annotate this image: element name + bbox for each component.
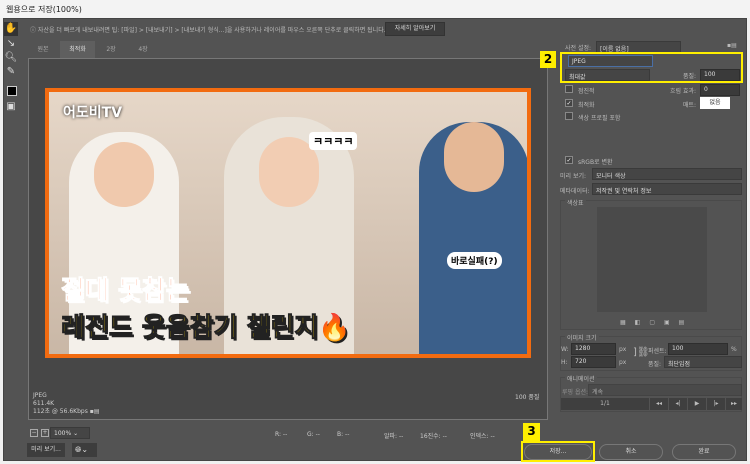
- panel-menu-icon[interactable]: ▪▤: [727, 42, 737, 49]
- blur-label: 흐림 효과:: [670, 88, 697, 95]
- color-table: [597, 207, 707, 312]
- done-button[interactable]: 완료: [672, 444, 736, 460]
- file-format: JPEG: [572, 58, 586, 65]
- quality-input[interactable]: 100: [700, 69, 740, 81]
- height-label: H:: [561, 359, 568, 366]
- readout-hex: 16진수: --: [420, 433, 447, 440]
- readout-g: G: --: [307, 431, 320, 438]
- compression: 최대값: [569, 74, 586, 81]
- progressive-checkbox[interactable]: [565, 85, 573, 93]
- preview-status: JPEG 611.4K 112초 @ 56.6Kbps ▪▤: [33, 392, 100, 416]
- width-label: W:: [561, 346, 569, 353]
- matte-label: 매트:: [683, 102, 697, 109]
- browser-select[interactable]: 🌐︎⌄: [72, 443, 97, 457]
- tab-4up[interactable]: 4장: [128, 41, 158, 58]
- cancel-button[interactable]: 취소: [599, 444, 663, 460]
- play-icon[interactable]: ▶: [688, 398, 706, 410]
- image-size-title: 이미지 크기: [565, 333, 599, 342]
- last-frame-icon[interactable]: ▸▸: [726, 398, 742, 410]
- channel-logo: 어도비TV: [63, 105, 123, 121]
- zoom-tool-icon[interactable]: 🔍︎: [4, 51, 18, 65]
- percent-label: 퍼센트:: [648, 348, 667, 355]
- status-size: 611.4K: [33, 400, 55, 407]
- next-frame-icon[interactable]: |▸: [707, 398, 725, 410]
- height-unit: px: [619, 359, 627, 366]
- zoom-level-select[interactable]: 100% ⌄: [50, 427, 90, 439]
- percent-unit: %: [731, 346, 737, 353]
- info-icon: ⓘ: [30, 27, 38, 34]
- eyedropper-color-swatch[interactable]: [7, 86, 17, 96]
- toggle-slices-icon[interactable]: ▣: [4, 100, 18, 114]
- title-line-1: 절대 못참는: [61, 276, 191, 307]
- slice-select-tool-icon[interactable]: ↘: [4, 37, 18, 51]
- preset-label: 사전 설정:: [565, 45, 592, 52]
- compression-select[interactable]: 최대값: [565, 69, 650, 81]
- blur-input[interactable]: 0: [700, 84, 740, 96]
- preview-in-browser-button[interactable]: 미리 보기...: [27, 443, 65, 457]
- percent-input[interactable]: 100: [668, 343, 728, 355]
- quality-label: 품질:: [683, 73, 697, 80]
- width-input[interactable]: 1280: [571, 343, 616, 355]
- readout-alpha: 알파: --: [384, 433, 404, 440]
- metadata-select[interactable]: 저작권 및 연락처 정보: [592, 183, 742, 195]
- zoom-in-button[interactable]: +: [41, 429, 49, 437]
- readout-index: 인덱스: --: [470, 433, 495, 440]
- tab-original[interactable]: 원본: [28, 41, 58, 58]
- width-unit: px: [619, 346, 627, 353]
- srgb-checkbox[interactable]: ✓: [565, 156, 573, 164]
- metadata-label: 메타데이터:: [560, 188, 590, 195]
- readout-b: B: --: [337, 431, 350, 438]
- color-table-title: 색상표: [565, 198, 586, 207]
- loop-select[interactable]: 계속: [588, 384, 742, 396]
- srgb-label: sRGB로 변환: [578, 159, 613, 166]
- tip-text: 자산을 더 빠르게 내보내려면 팁: [파일] > [내보내기] > [내보내기…: [37, 27, 386, 34]
- preview-value: 모니터 색상: [596, 173, 626, 180]
- tab-2up[interactable]: 2장: [96, 41, 126, 58]
- readout-r: R: --: [275, 431, 288, 438]
- laugh-caption: ㅋㅋㅋㅋ: [309, 132, 358, 150]
- zoom-level: 100%: [54, 430, 72, 437]
- height-input[interactable]: 720: [571, 356, 616, 368]
- tab-optimized[interactable]: 최적화: [60, 41, 95, 58]
- marker-2: 2: [540, 51, 556, 68]
- tip-bar: ⓘ 자산을 더 빠르게 내보내려면 팁: [파일] > [내보내기] > [내보…: [26, 20, 551, 38]
- learn-more-button[interactable]: 자세히 알아보기: [385, 22, 445, 36]
- preview-image: 어도비TV ㅋㅋㅋㅋ 바로실패(?) 절대 못참는 레전드 웃음참기 챌린지🔥: [45, 88, 531, 358]
- file-format-select[interactable]: JPEG: [568, 55, 653, 67]
- embed-profile-label: 색상 프로필 포함: [578, 115, 621, 122]
- download-rate-menu-icon[interactable]: ▪▤: [90, 408, 100, 415]
- zoom-out-button[interactable]: −: [30, 429, 38, 437]
- optimized-label: 최적화: [578, 102, 595, 109]
- embed-profile-checkbox[interactable]: [565, 112, 573, 120]
- eyedropper-tool-icon[interactable]: ✎: [4, 65, 18, 79]
- animation-title: 애니메이션: [565, 374, 597, 383]
- first-frame-icon[interactable]: ◂◂: [650, 398, 668, 410]
- loop-value: 계속: [592, 389, 604, 396]
- preview-label: 미리 보기:: [560, 173, 587, 180]
- color-table-action-icons[interactable]: ▦◧▢▣▤: [620, 319, 693, 326]
- fail-caption: 바로실패(?): [447, 252, 502, 269]
- title-line-2: 레전드 웃음참기 챌린지🔥: [61, 313, 352, 344]
- progressive-label: 점진적: [578, 88, 595, 95]
- frame-counter: 1/1: [561, 398, 649, 410]
- browser-icon: 🌐︎: [75, 445, 82, 454]
- matte-select[interactable]: 없음: [700, 97, 730, 109]
- preview-select[interactable]: 모니터 색상: [592, 168, 742, 180]
- marker-3: 3: [523, 423, 540, 441]
- resample-label: 품질:: [648, 361, 662, 368]
- prev-frame-icon[interactable]: ◂|: [669, 398, 687, 410]
- resample-select[interactable]: 최단입점: [664, 356, 742, 368]
- status-format: JPEG: [33, 392, 47, 399]
- resample-value: 최단입점: [668, 361, 691, 368]
- save-button[interactable]: 저장...: [524, 444, 592, 460]
- window-title: 웹용으로 저장(100%): [0, 0, 750, 18]
- status-time: 112초 @ 56.6Kbps: [33, 408, 88, 415]
- hand-tool-icon[interactable]: ✋: [4, 22, 18, 36]
- optimized-checkbox[interactable]: ✓: [565, 99, 573, 107]
- metadata-value: 저작권 및 연락처 정보: [596, 188, 652, 195]
- status-quality: 100 품질: [515, 394, 540, 401]
- loop-label: 루핑 옵션:: [562, 389, 589, 396]
